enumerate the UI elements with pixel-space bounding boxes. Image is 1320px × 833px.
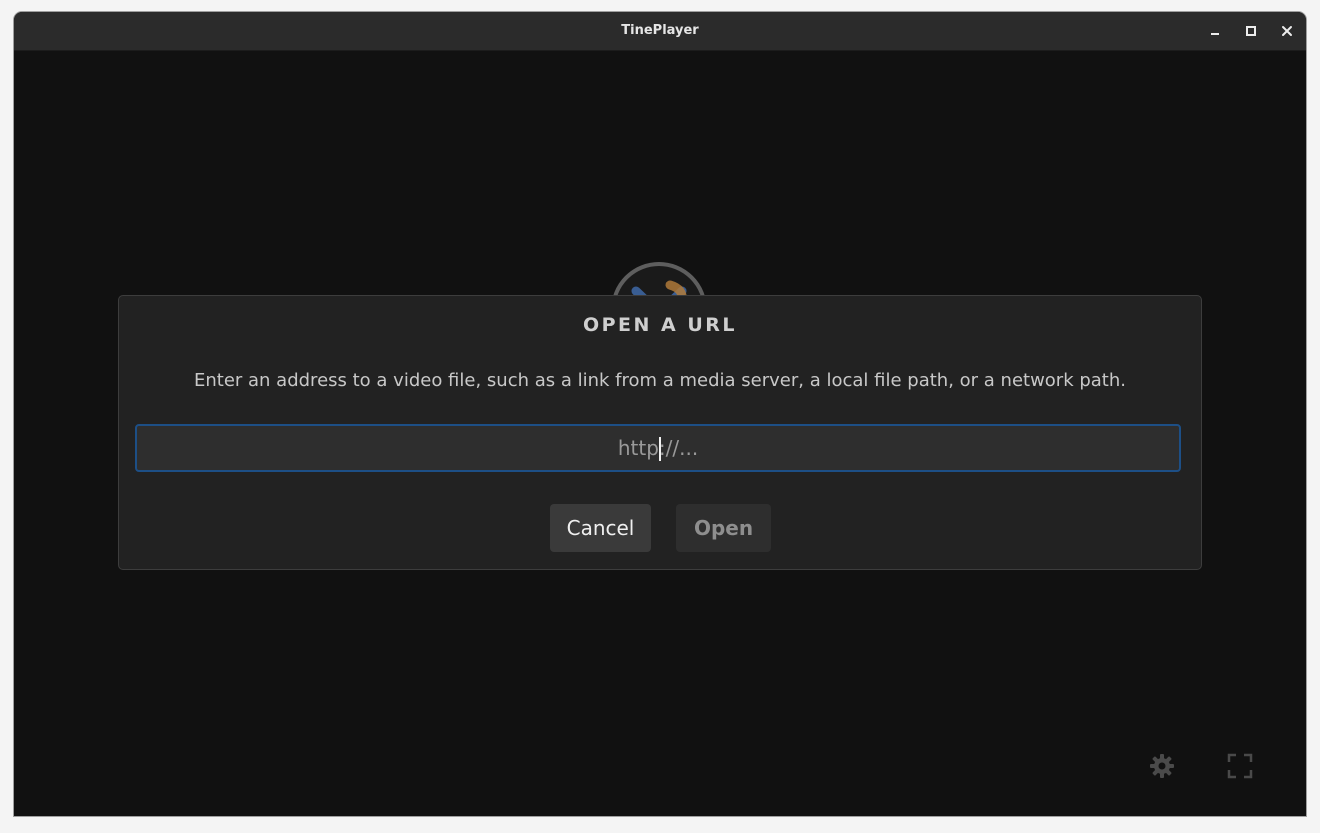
title-bar[interactable]: TinePlayer xyxy=(14,12,1306,51)
dialog-description: Enter an address to a video file, such a… xyxy=(193,370,1126,391)
cancel-button[interactable]: Cancel xyxy=(550,504,651,552)
dialog-title: OPEN A URL xyxy=(582,314,738,336)
minimize-icon xyxy=(1211,33,1219,35)
url-input[interactable] xyxy=(135,424,1181,472)
text-caret xyxy=(659,437,661,461)
maximize-icon xyxy=(1246,26,1256,36)
app-window: TinePlayer OPEN A URL Enter an address t… xyxy=(14,12,1306,816)
gear-icon xyxy=(1150,754,1174,778)
fullscreen-icon xyxy=(1227,753,1253,779)
maximize-button[interactable] xyxy=(1241,21,1261,41)
close-icon xyxy=(1282,26,1292,36)
close-button[interactable] xyxy=(1277,21,1297,41)
open-url-dialog: OPEN A URL Enter an address to a video f… xyxy=(118,295,1202,570)
player-area: OPEN A URL Enter an address to a video f… xyxy=(14,51,1306,816)
window-title: TinePlayer xyxy=(621,23,699,38)
minimize-button[interactable] xyxy=(1205,21,1225,41)
settings-button[interactable] xyxy=(1146,750,1178,782)
open-button[interactable]: Open xyxy=(676,504,771,552)
fullscreen-button[interactable] xyxy=(1224,750,1256,782)
